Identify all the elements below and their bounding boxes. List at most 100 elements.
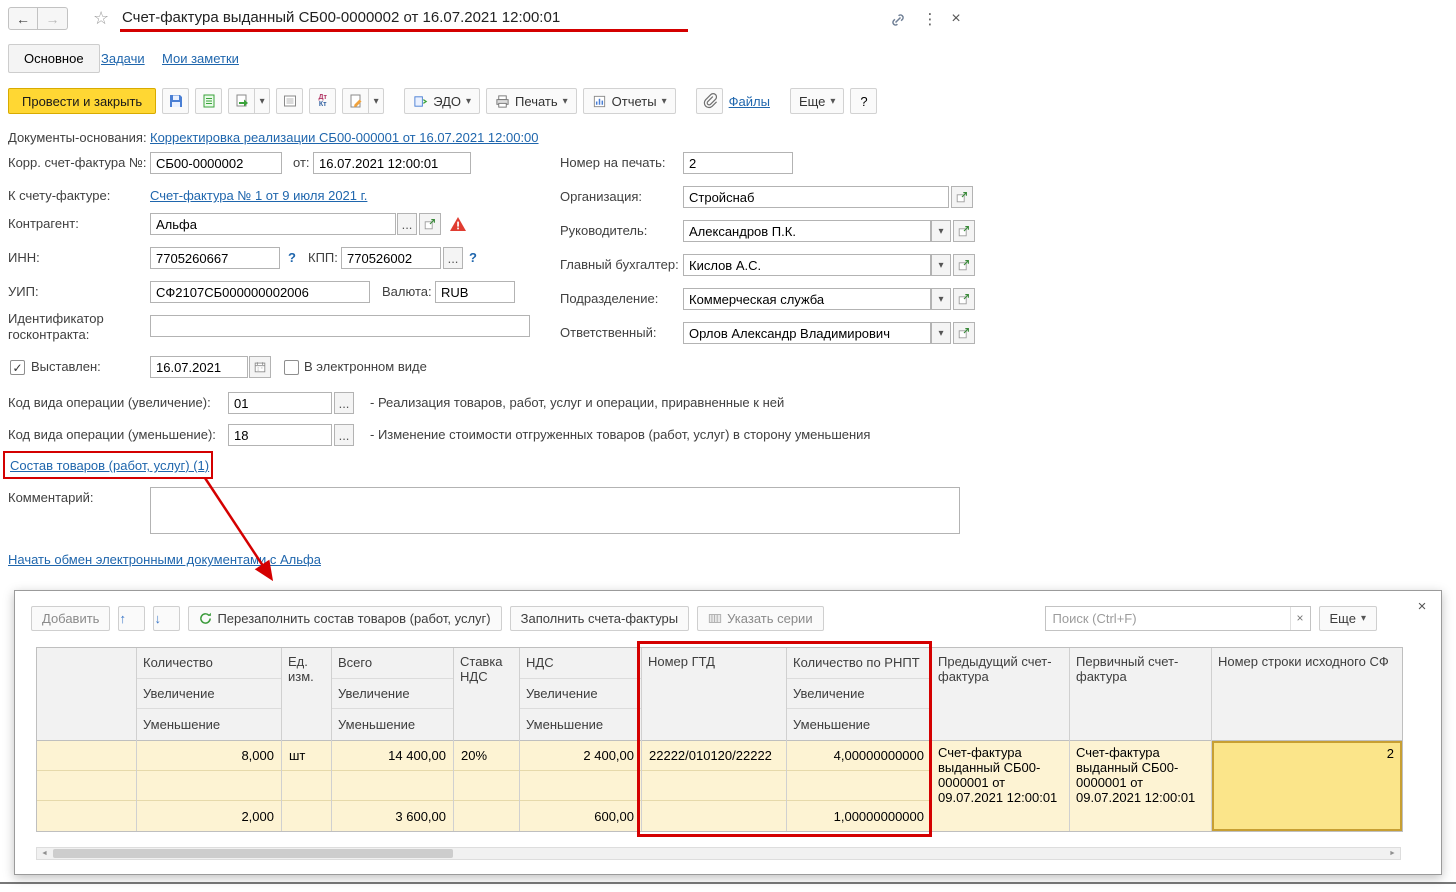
cell-rnpt-increase[interactable]: 4,00000000000 [787, 741, 931, 771]
comment-input[interactable] [150, 487, 960, 534]
edo-button[interactable]: ЭДО▾ [404, 88, 480, 114]
register-records-button[interactable] [276, 88, 303, 114]
uip-input[interactable] [150, 281, 370, 303]
base-docs-link[interactable]: Корректировка реализации СБ00-000001 от … [150, 127, 539, 149]
corr-number-input[interactable] [150, 152, 282, 174]
tab-my-notes[interactable]: Мои заметки [162, 51, 239, 66]
gtd-number-header[interactable]: Номер ГТД [642, 648, 786, 741]
move-up-button[interactable]: ↑ [118, 606, 145, 631]
vat-increase-header[interactable]: Увеличение [520, 679, 641, 710]
total-decrease-header[interactable]: Уменьшение [332, 709, 453, 740]
rnpt-quantity-header[interactable]: Количество по РНПТ [787, 648, 931, 679]
director-dropdown[interactable]: ▾ [931, 220, 951, 242]
dt-kt-button[interactable]: ДтКт [309, 88, 336, 114]
scroll-left-button[interactable]: ◄ [37, 848, 52, 859]
currency-input[interactable] [435, 281, 515, 303]
panel-close-button[interactable]: × [1411, 595, 1433, 617]
scrollbar-thumb[interactable] [53, 849, 453, 858]
counterparty-open-button[interactable] [419, 213, 441, 235]
horizontal-scrollbar[interactable]: ◄ ► [36, 847, 1401, 860]
cell-previous-invoice[interactable]: Счет-фактура выданный СБ00-0000001 от 09… [932, 741, 1069, 831]
gov-contract-input[interactable] [150, 315, 530, 337]
favorite-star-icon[interactable]: ☆ [93, 8, 109, 29]
total-increase-header[interactable]: Увеличение [332, 679, 453, 710]
help-button[interactable]: ? [850, 88, 877, 114]
cell-vat-increase[interactable]: 2 400,00 [520, 741, 641, 771]
tab-main[interactable]: Основное [8, 44, 100, 73]
issued-date-calendar-button[interactable] [249, 356, 271, 378]
cell-total-increase[interactable]: 14 400,00 [332, 741, 453, 771]
inn-input[interactable] [150, 247, 280, 269]
electronic-checkbox[interactable] [284, 360, 299, 375]
cell-vat-rate[interactable]: 20% [454, 741, 519, 771]
cell-quantity-decrease[interactable]: 2,000 [137, 801, 281, 831]
fill-invoices-button[interactable]: Заполнить счета-фактуры [510, 606, 690, 631]
change-document-button[interactable] [342, 88, 369, 114]
cell-unit[interactable]: шт [282, 741, 331, 771]
total-header[interactable]: Всего [332, 648, 453, 679]
tab-tasks[interactable]: Задачи [101, 51, 145, 66]
add-row-button[interactable]: Добавить [31, 606, 110, 631]
window-close-button[interactable]: × [944, 7, 968, 31]
kpp-choose-button[interactable]: ... [443, 247, 463, 269]
to-invoice-link[interactable]: Счет-фактура № 1 от 9 июля 2021 г. [150, 185, 367, 207]
post-document-button[interactable] [195, 88, 222, 114]
op-code-decrease-input[interactable] [228, 424, 332, 446]
more-button[interactable]: Еще▾ [790, 88, 844, 114]
responsible-input[interactable] [683, 322, 931, 344]
vat-rate-header[interactable]: Ставка НДС [454, 648, 519, 741]
change-document-dropdown[interactable]: ▾ [369, 88, 384, 114]
counterparty-input[interactable] [150, 213, 396, 235]
scroll-right-button[interactable]: ► [1385, 848, 1400, 859]
cell-quantity-increase[interactable]: 8,000 [137, 741, 281, 771]
unit-header[interactable]: Ед. изм. [282, 648, 331, 741]
organization-open-button[interactable] [951, 186, 973, 208]
op-code-increase-input[interactable] [228, 392, 332, 414]
start-edo-exchange-link[interactable]: Начать обмен электронными документами с … [8, 549, 321, 571]
create-based-on-button[interactable] [228, 88, 255, 114]
cell-total-decrease[interactable]: 3 600,00 [332, 801, 453, 831]
specify-series-button[interactable]: Указать серии [697, 606, 823, 631]
cell-source-line-number[interactable]: 2 [1212, 741, 1402, 831]
chief-accountant-input[interactable] [683, 254, 931, 276]
issued-date-input[interactable] [150, 356, 248, 378]
copy-link-button[interactable] [886, 8, 910, 32]
quantity-increase-header[interactable]: Увеличение [137, 679, 281, 710]
print-number-input[interactable] [683, 152, 793, 174]
back-button[interactable]: ← [8, 7, 38, 30]
director-open-button[interactable] [953, 220, 975, 242]
responsible-open-button[interactable] [953, 322, 975, 344]
search-input[interactable] [1046, 607, 1290, 630]
panel-more-button[interactable]: Еще▾ [1319, 606, 1377, 631]
organization-input[interactable] [683, 186, 949, 208]
kpp-help-icon[interactable]: ? [469, 247, 477, 269]
reports-button[interactable]: Отчеты▾ [583, 88, 676, 114]
primary-invoice-header[interactable]: Первичный счет-фактура [1070, 648, 1211, 741]
corr-date-input[interactable] [313, 152, 471, 174]
cell-rnpt-decrease[interactable]: 1,00000000000 [787, 801, 931, 831]
quantity-header[interactable]: Количество [137, 648, 281, 679]
chief-accountant-open-button[interactable] [953, 254, 975, 276]
cell-vat-decrease[interactable]: 600,00 [520, 801, 641, 831]
rnpt-decrease-header[interactable]: Уменьшение [787, 709, 931, 740]
department-input[interactable] [683, 288, 931, 310]
files-link[interactable]: Файлы [729, 94, 770, 109]
vat-header[interactable]: НДС [520, 648, 641, 679]
previous-invoice-header[interactable]: Предыдущий счет-фактура [932, 648, 1069, 741]
quantity-decrease-header[interactable]: Уменьшение [137, 709, 281, 740]
counterparty-choose-button[interactable]: ... [397, 213, 417, 235]
rnpt-increase-header[interactable]: Увеличение [787, 679, 931, 710]
responsible-dropdown[interactable]: ▾ [931, 322, 951, 344]
issued-checkbox[interactable]: ✓ [10, 360, 25, 375]
attachments-button[interactable] [696, 88, 723, 114]
row-selector-cell[interactable] [37, 741, 136, 831]
post-and-close-button[interactable]: Провести и закрыть [8, 88, 156, 114]
cell-primary-invoice[interactable]: Счет-фактура выданный СБ00-0000001 от 09… [1070, 741, 1211, 831]
forward-button[interactable]: → [38, 7, 68, 30]
refill-goods-button[interactable]: Перезаполнить состав товаров (работ, усл… [188, 606, 501, 631]
create-based-on-dropdown[interactable]: ▾ [255, 88, 270, 114]
op-code-increase-choose-button[interactable]: ... [334, 392, 354, 414]
cell-gtd-number[interactable]: 22222/010120/22222 [642, 741, 786, 771]
department-dropdown[interactable]: ▾ [931, 288, 951, 310]
chief-accountant-dropdown[interactable]: ▾ [931, 254, 951, 276]
